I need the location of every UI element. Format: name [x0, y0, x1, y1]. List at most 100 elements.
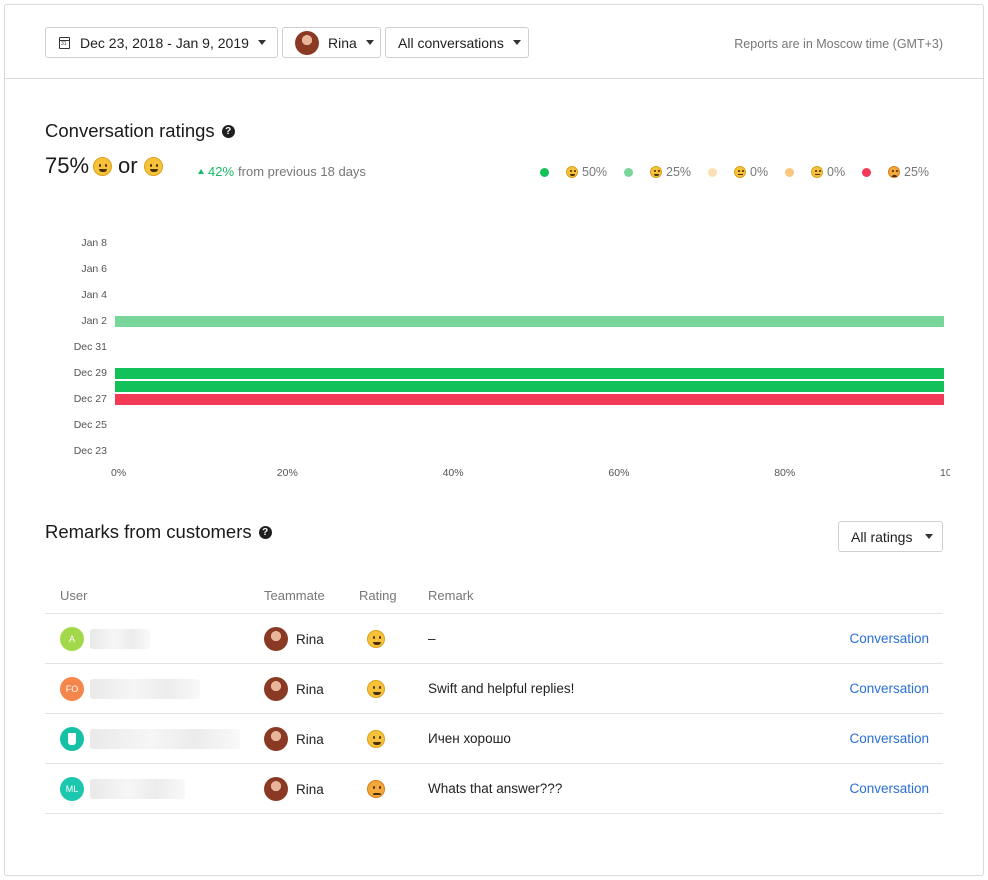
user-name-redacted[interactable]	[90, 729, 240, 749]
smiley-emoji-icon	[367, 630, 385, 648]
teammate-name: Rina	[296, 631, 324, 647]
report-card: Dec 23, 2018 - Jan 9, 2019 Rina All conv…	[4, 4, 984, 876]
column-header-remark: Remark	[428, 588, 474, 603]
user-name-redacted[interactable]	[90, 779, 185, 799]
teammate-dropdown[interactable]: Rina	[282, 27, 381, 58]
star-struck-emoji-icon	[143, 156, 163, 176]
legend-label: 25%	[666, 165, 692, 179]
star-struck-emoji-icon	[367, 730, 385, 748]
column-header-teammate: Teammate	[264, 588, 325, 603]
teammate-name: Rina	[296, 681, 324, 697]
date-range-dropdown[interactable]: Dec 23, 2018 - Jan 9, 2019	[45, 27, 278, 58]
conversation-filter-dropdown[interactable]: All conversations	[385, 27, 529, 58]
delta-text: from previous 18 days	[238, 164, 366, 179]
legend-item[interactable]: 25%	[624, 165, 691, 179]
star-struck-emoji-icon	[367, 680, 385, 698]
y-tick-label: Dec 29	[73, 367, 107, 379]
user-avatar[interactable]	[60, 727, 84, 751]
legend-item[interactable]: 0%	[785, 165, 845, 179]
rating-delta: 42% from previous 18 days	[198, 164, 366, 179]
chart-bar[interactable]	[115, 381, 944, 392]
star-struck-emoji-icon	[566, 166, 578, 178]
user-name-redacted[interactable]	[90, 679, 200, 699]
remark-text: Ичен хорошо	[428, 731, 511, 746]
legend-label: 25%	[904, 165, 930, 179]
x-tick-label: 20%	[276, 467, 298, 479]
calendar-icon	[59, 36, 70, 49]
legend-color-dot	[785, 167, 794, 177]
chart-bar[interactable]	[115, 368, 944, 379]
remark-text: Whats that answer???	[428, 781, 563, 796]
table-row: Rina Ичен хорошо Conversation	[45, 714, 943, 764]
remark-text: –	[428, 631, 436, 646]
delta-pct: 42%	[208, 164, 235, 179]
ratings-filter-dropdown[interactable]: All ratings	[838, 521, 943, 552]
caret-down-icon	[365, 40, 374, 45]
teammate-cell: Rina	[264, 777, 324, 801]
date-range-label: Dec 23, 2018 - Jan 9, 2019	[80, 34, 249, 51]
chart-bar[interactable]	[115, 316, 944, 327]
timezone-note: Reports are in Moscow time (GMT+3)	[734, 37, 943, 51]
teammate-label: Rina	[328, 34, 357, 51]
section-title-remarks: Remarks from customers ?	[45, 521, 272, 543]
conversation-filter-label: All conversations	[398, 34, 504, 51]
legend-color-dot	[624, 167, 633, 177]
avatar	[264, 777, 288, 801]
x-tick-label: 40%	[442, 467, 464, 479]
table-header: User Teammate Rating Remark	[45, 586, 943, 614]
ratings-title-text: Conversation ratings	[45, 120, 215, 141]
angry-emoji-icon	[888, 166, 900, 178]
x-tick-label: 80%	[774, 467, 796, 479]
remark-text: Swift and helpful replies!	[428, 681, 575, 696]
y-tick-label: Dec 25	[73, 419, 107, 431]
legend-label: 0%	[827, 165, 846, 179]
y-tick-label: Dec 27	[73, 393, 107, 405]
remarks-title-text: Remarks from customers	[45, 521, 252, 542]
table-row: A Rina – Conversation	[45, 614, 943, 664]
conversation-link[interactable]: Conversation	[849, 731, 929, 746]
legend-item[interactable]: 0%	[708, 165, 768, 179]
avatar	[295, 30, 319, 55]
y-tick-label: Jan 8	[81, 237, 107, 249]
legend-item[interactable]: 50%	[540, 165, 607, 179]
confused-emoji-icon	[811, 166, 823, 178]
cup-icon	[68, 733, 76, 745]
score-value: 75%	[45, 153, 90, 178]
column-header-rating: Rating	[359, 588, 397, 603]
legend-label: 0%	[750, 165, 769, 179]
teammate-cell: Rina	[264, 627, 324, 651]
smiley-emoji-icon	[93, 156, 113, 176]
legend-item[interactable]: 25%	[862, 165, 929, 179]
legend-color-dot	[708, 167, 717, 177]
section-title-ratings: Conversation ratings ?	[45, 120, 235, 142]
x-tick-label: 0%	[111, 467, 127, 479]
user-name-redacted[interactable]	[90, 629, 150, 649]
user-avatar[interactable]: FO	[60, 677, 84, 701]
column-header-user: User	[60, 588, 88, 603]
teammate-cell: Rina	[264, 727, 324, 751]
angry-emoji-icon	[367, 780, 385, 798]
help-icon[interactable]: ?	[258, 525, 272, 539]
chart-bar[interactable]	[115, 394, 944, 405]
filter-bar: Dec 23, 2018 - Jan 9, 2019 Rina All conv…	[5, 5, 983, 79]
avatar	[264, 627, 288, 651]
teammate-name: Rina	[296, 781, 324, 797]
x-tick-label: 60%	[608, 467, 630, 479]
user-avatar[interactable]: ML	[60, 777, 84, 801]
smiley-emoji-icon	[650, 166, 662, 178]
help-icon[interactable]: ?	[221, 124, 235, 138]
ratings-filter-label: All ratings	[851, 528, 913, 545]
conversation-link[interactable]: Conversation	[849, 781, 929, 796]
teammate-name: Rina	[296, 731, 324, 747]
conversation-link[interactable]: Conversation	[849, 631, 929, 646]
avatar	[264, 677, 288, 701]
caret-down-icon	[925, 534, 934, 539]
y-tick-label: Dec 23	[73, 445, 107, 457]
x-tick-label: 100%	[940, 467, 950, 479]
conversation-link[interactable]: Conversation	[849, 681, 929, 696]
user-avatar[interactable]: A	[60, 627, 84, 651]
table-row: ML Rina Whats that answer??? Conversation	[45, 764, 943, 814]
y-tick-label: Jan 4	[81, 289, 107, 301]
legend-label: 50%	[582, 165, 608, 179]
arrow-up-icon	[198, 169, 204, 174]
